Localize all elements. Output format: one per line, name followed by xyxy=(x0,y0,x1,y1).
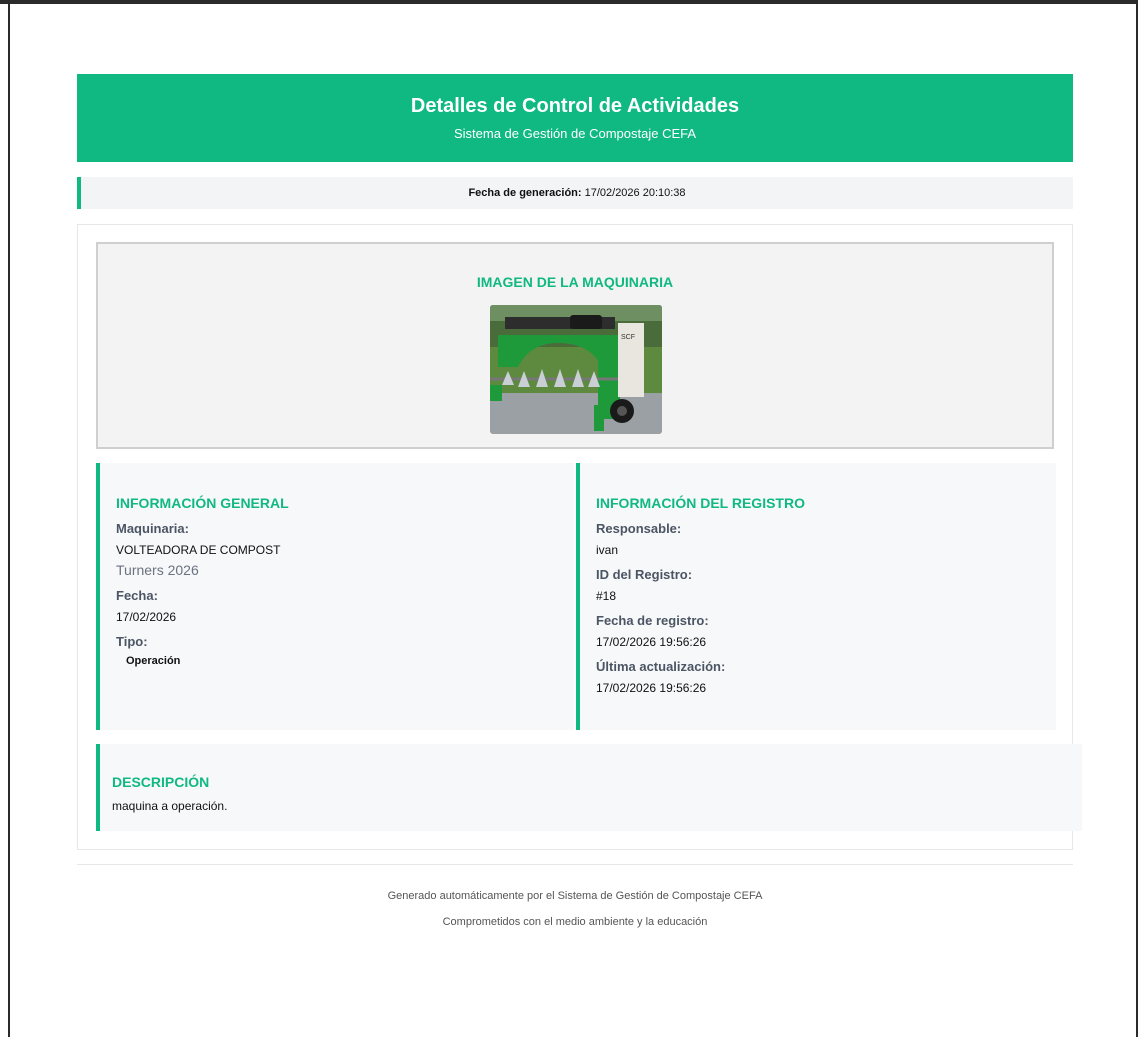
date-label: Fecha: xyxy=(116,588,158,603)
machine-model: Turners 2026 xyxy=(116,562,199,578)
record-id-value: #18 xyxy=(596,589,617,603)
footer-divider xyxy=(77,864,1073,865)
last-updated-value: 17/02/2026 19:56:26 xyxy=(596,681,707,695)
responsible-label: Responsable: xyxy=(596,521,682,536)
record-date-label: Fecha de registro: xyxy=(596,613,709,628)
machine-image-section: IMAGEN DE LA MAQUINARIA SCF xyxy=(96,242,1054,449)
machine-value: VOLTEADORA DE COMPOST xyxy=(116,543,281,557)
type-badge: Operación xyxy=(126,655,181,667)
report-subtitle: Sistema de Gestión de Compostaje CEFA xyxy=(453,126,697,141)
record-info-title: INFORMACIÓN DEL REGISTRO xyxy=(596,495,805,511)
description-panel: DESCRIPCIÓN maquina a operación. xyxy=(96,744,1082,831)
record-date-value: 17/02/2026 19:56:26 xyxy=(596,635,707,649)
generation-date-value: 17/02/2026 20:10:38 xyxy=(584,187,686,199)
machine-image-title: IMAGEN DE LA MAQUINARIA xyxy=(476,274,674,290)
footer-line-2: Comprometidos con el medio ambiente y la… xyxy=(442,916,708,928)
record-info-panel: INFORMACIÓN DEL REGISTRO Responsable: iv… xyxy=(576,463,1056,730)
type-label: Tipo: xyxy=(116,634,148,649)
description-title: DESCRIPCIÓN xyxy=(112,774,210,790)
footer-line-1: Generado automáticamente por el Sistema … xyxy=(387,890,763,902)
machine-label: Maquinaria: xyxy=(116,521,189,536)
report-title: Detalles de Control de Actividades xyxy=(410,95,740,117)
general-info-title: INFORMACIÓN GENERAL xyxy=(116,495,289,511)
general-info-panel: INFORMACIÓN GENERAL Maquinaria: VOLTEADO… xyxy=(96,463,574,730)
description-text: maquina a operación. xyxy=(112,799,228,813)
window-frame-left xyxy=(8,4,10,1037)
last-updated-label: Última actualización: xyxy=(596,659,726,674)
generation-date-bar: Fecha de generación: 17/02/2026 20:10:38 xyxy=(77,177,1073,209)
window-frame-top xyxy=(0,0,1138,4)
machine-plate-text: SCF xyxy=(621,334,635,341)
generation-date-label: Fecha de generación: xyxy=(468,187,582,199)
report-footer: Generado automáticamente por el Sistema … xyxy=(77,890,1073,928)
responsible-value: ivan xyxy=(596,543,619,557)
record-id-label: ID del Registro: xyxy=(596,567,693,582)
machine-photo: SCF xyxy=(490,305,662,434)
report-header: Detalles de Control de Actividades Siste… xyxy=(77,74,1073,162)
date-value: 17/02/2026 xyxy=(116,610,177,624)
